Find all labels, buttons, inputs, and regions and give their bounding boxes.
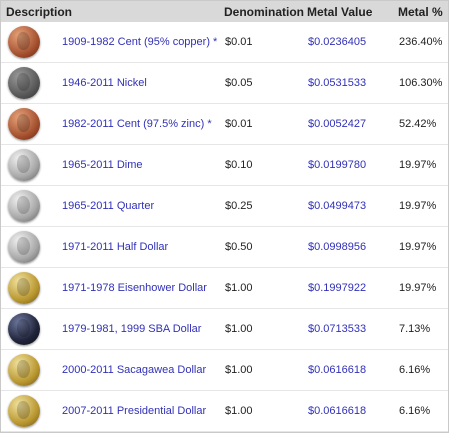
metal-value-link[interactable]: $0.0713533 bbox=[308, 323, 366, 335]
metal-value-link[interactable]: $0.0998956 bbox=[308, 241, 366, 253]
dime-icon[interactable] bbox=[8, 149, 40, 181]
table-row: 2000-2011 Sacagawea Dollar $1.00 $0.0616… bbox=[1, 350, 448, 391]
sba-dollar-icon[interactable] bbox=[8, 313, 40, 345]
sacagawea-dollar-icon[interactable] bbox=[8, 354, 40, 386]
header-denomination: Denomination bbox=[224, 5, 304, 19]
metal-percent-value: 106.30% bbox=[399, 77, 443, 89]
quarter-icon[interactable] bbox=[8, 190, 40, 222]
table-row: 1979-1981, 1999 SBA Dollar $1.00 $0.0713… bbox=[1, 309, 448, 350]
denomination-value: $0.01 bbox=[225, 118, 253, 130]
denomination-value: $1.00 bbox=[225, 364, 253, 376]
metal-value-link[interactable]: $0.0236405 bbox=[308, 36, 366, 48]
coin-description-link[interactable]: 2000-2011 Sacagawea Dollar bbox=[62, 364, 206, 376]
header-metal-value: Metal Value bbox=[307, 5, 373, 19]
table-row: 1965-2011 Quarter $0.25 $0.0499473 19.97… bbox=[1, 186, 448, 227]
metal-percent-value: 52.42% bbox=[399, 118, 437, 130]
coin-description-link[interactable]: 1909-1982 Cent (95% copper) * bbox=[62, 36, 217, 48]
coin-description-link[interactable]: 1979-1981, 1999 SBA Dollar bbox=[62, 323, 201, 335]
metal-value-link[interactable]: $0.1997922 bbox=[308, 282, 366, 294]
penny-zinc-icon[interactable] bbox=[8, 108, 40, 140]
table-row: 1946-2011 Nickel $0.05 $0.0531533 106.30… bbox=[1, 63, 448, 104]
presidential-dollar-icon[interactable] bbox=[8, 395, 40, 427]
denomination-value: $0.10 bbox=[225, 159, 253, 171]
coin-description-link[interactable]: 1965-2011 Dime bbox=[62, 159, 143, 171]
header-description: Description bbox=[6, 5, 73, 19]
denomination-value: $0.50 bbox=[225, 241, 253, 253]
metal-value-link[interactable]: $0.0531533 bbox=[308, 77, 366, 89]
coin-description-link[interactable]: 1971-1978 Eisenhower Dollar bbox=[62, 282, 207, 294]
metal-value-link[interactable]: $0.0616618 bbox=[308, 405, 366, 417]
metal-percent-value: 6.16% bbox=[399, 405, 431, 417]
metal-percent-value: 19.97% bbox=[399, 241, 437, 253]
half-dollar-icon[interactable] bbox=[8, 231, 40, 263]
denomination-value: $0.01 bbox=[225, 36, 253, 48]
metal-percent-value: 19.97% bbox=[399, 200, 437, 212]
eisenhower-dollar-icon[interactable] bbox=[8, 272, 40, 304]
metal-value-link[interactable]: $0.0616618 bbox=[308, 364, 366, 376]
table-row: 1982-2011 Cent (97.5% zinc) * $0.01 $0.0… bbox=[1, 104, 448, 145]
denomination-value: $0.25 bbox=[225, 200, 253, 212]
metal-percent-value: 6.16% bbox=[399, 364, 431, 376]
table-row: 1971-2011 Half Dollar $0.50 $0.0998956 1… bbox=[1, 227, 448, 268]
penny-copper-icon[interactable] bbox=[8, 26, 40, 58]
table-row: 2007-2011 Presidential Dollar $1.00 $0.0… bbox=[1, 391, 448, 432]
coin-metal-value-table: Description Denomination Metal Value Met… bbox=[0, 0, 449, 433]
nickel-icon[interactable] bbox=[8, 67, 40, 99]
coin-description-link[interactable]: 2007-2011 Presidential Dollar bbox=[62, 405, 206, 417]
table-row: 1909-1982 Cent (95% copper) * $0.01 $0.0… bbox=[1, 22, 448, 63]
metal-value-link[interactable]: $0.0199780 bbox=[308, 159, 366, 171]
table-body: 1909-1982 Cent (95% copper) * $0.01 $0.0… bbox=[1, 22, 448, 432]
coin-description-link[interactable]: 1971-2011 Half Dollar bbox=[62, 241, 168, 253]
table-row: 1971-1978 Eisenhower Dollar $1.00 $0.199… bbox=[1, 268, 448, 309]
coin-description-link[interactable]: 1965-2011 Quarter bbox=[62, 200, 154, 212]
metal-percent-value: 236.40% bbox=[399, 36, 443, 48]
denomination-value: $0.05 bbox=[225, 77, 253, 89]
coin-description-link[interactable]: 1946-2011 Nickel bbox=[62, 77, 147, 89]
metal-value-link[interactable]: $0.0052427 bbox=[308, 118, 366, 130]
denomination-value: $1.00 bbox=[225, 282, 253, 294]
metal-percent-value: 7.13% bbox=[399, 323, 431, 335]
table-row: 1965-2011 Dime $0.10 $0.0199780 19.97% bbox=[1, 145, 448, 186]
metal-percent-value: 19.97% bbox=[399, 159, 437, 171]
table-header: Description Denomination Metal Value Met… bbox=[1, 1, 448, 22]
metal-value-link[interactable]: $0.0499473 bbox=[308, 200, 366, 212]
metal-percent-value: 19.97% bbox=[399, 282, 437, 294]
denomination-value: $1.00 bbox=[225, 323, 253, 335]
coin-description-link[interactable]: 1982-2011 Cent (97.5% zinc) * bbox=[62, 118, 212, 130]
header-metal-percent: Metal % bbox=[398, 5, 443, 19]
denomination-value: $1.00 bbox=[225, 405, 253, 417]
